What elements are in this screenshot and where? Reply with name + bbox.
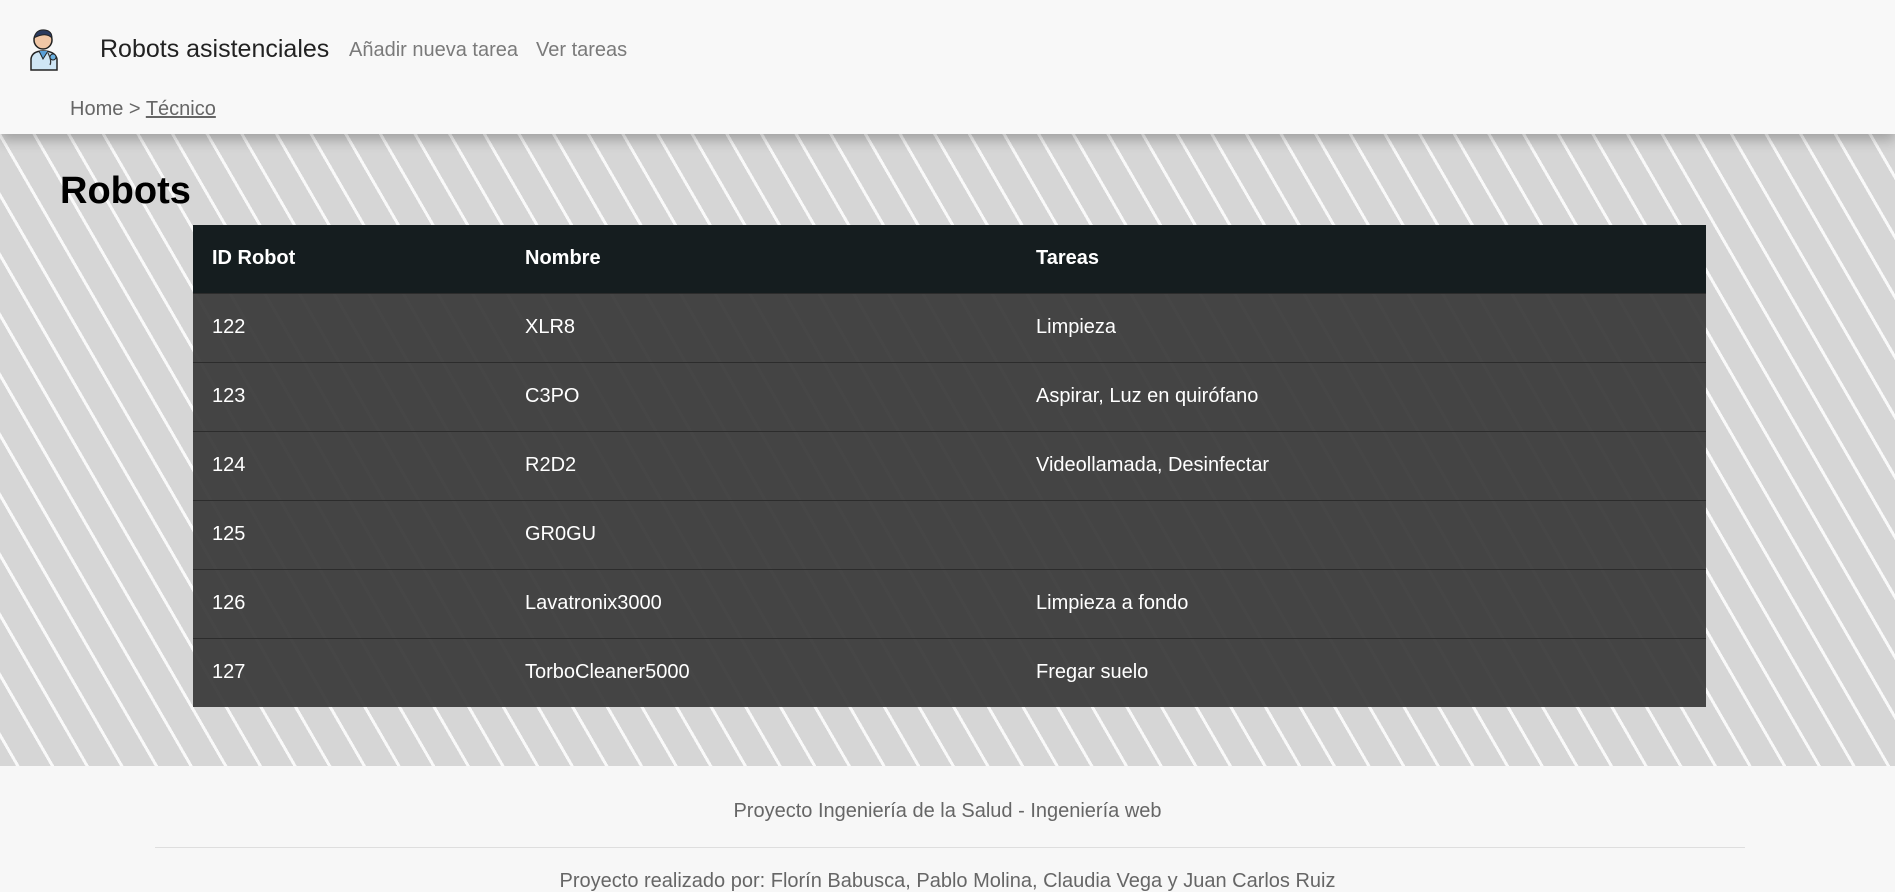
table-row: 126 Lavatronix3000 Limpieza a fondo xyxy=(193,568,1706,638)
breadcrumb-home[interactable]: Home xyxy=(70,98,123,120)
footer: Proyecto Ingeniería de la Salud - Ingeni… xyxy=(0,766,1895,892)
cell-tasks: Aspirar, Luz en quirófano xyxy=(1017,361,1706,431)
main-content: Robots ID Robot Nombre Tareas 122 XLR8 L… xyxy=(0,134,1895,766)
table-header-row: ID Robot Nombre Tareas xyxy=(193,225,1706,293)
brand-title[interactable]: Robots asistenciales xyxy=(100,35,329,64)
table-row: 127 TorboCleaner5000 Fregar suelo xyxy=(193,637,1706,707)
cell-id: 124 xyxy=(193,430,506,500)
header-id-robot: ID Robot xyxy=(193,225,506,293)
cell-tasks: Limpieza xyxy=(1017,292,1706,362)
footer-authors: Proyecto realizado por: Florín Babusca, … xyxy=(559,870,1336,892)
header-tareas: Tareas xyxy=(1017,225,1706,293)
doctor-avatar-icon[interactable] xyxy=(28,27,62,71)
cell-id: 126 xyxy=(193,568,506,638)
cell-id: 125 xyxy=(193,499,506,569)
robots-table-container: ID Robot Nombre Tareas 122 XLR8 Limpieza… xyxy=(193,225,1706,707)
nav-add-task[interactable]: Añadir nueva tarea xyxy=(349,39,518,62)
cell-name: C3PO xyxy=(506,361,1017,431)
cell-tasks: Limpieza a fondo xyxy=(1017,568,1706,638)
breadcrumb-current[interactable]: Técnico xyxy=(146,98,216,120)
table-row: 125 GR0GU xyxy=(193,499,1706,569)
navbar: Robots asistenciales Añadir nueva tarea … xyxy=(0,0,1895,134)
cell-tasks: Fregar suelo xyxy=(1017,637,1706,707)
cell-id: 127 xyxy=(193,637,506,707)
breadcrumb-separator: > xyxy=(128,98,141,120)
cell-tasks xyxy=(1017,499,1706,569)
cell-name: TorboCleaner5000 xyxy=(506,637,1017,707)
nav-view-tasks[interactable]: Ver tareas xyxy=(536,39,627,62)
table-row: 124 R2D2 Videollamada, Desinfectar xyxy=(193,430,1706,500)
cell-tasks: Videollamada, Desinfectar xyxy=(1017,430,1706,500)
breadcrumb: Home > Técnico xyxy=(70,98,216,121)
cell-id: 123 xyxy=(193,361,506,431)
cell-name: Lavatronix3000 xyxy=(506,568,1017,638)
table-row: 123 C3PO Aspirar, Luz en quirófano xyxy=(193,361,1706,431)
footer-project-title: Proyecto Ingeniería de la Salud - Ingeni… xyxy=(733,800,1162,822)
cell-name: XLR8 xyxy=(506,292,1017,362)
table-row: 122 XLR8 Limpieza xyxy=(193,292,1706,362)
footer-divider xyxy=(155,847,1745,848)
robots-table: ID Robot Nombre Tareas 122 XLR8 Limpieza… xyxy=(193,225,1706,707)
cell-name: R2D2 xyxy=(506,430,1017,500)
cell-name: GR0GU xyxy=(506,499,1017,569)
header-nombre: Nombre xyxy=(506,225,1017,293)
cell-id: 122 xyxy=(193,292,506,362)
page-title: Robots xyxy=(60,170,191,212)
